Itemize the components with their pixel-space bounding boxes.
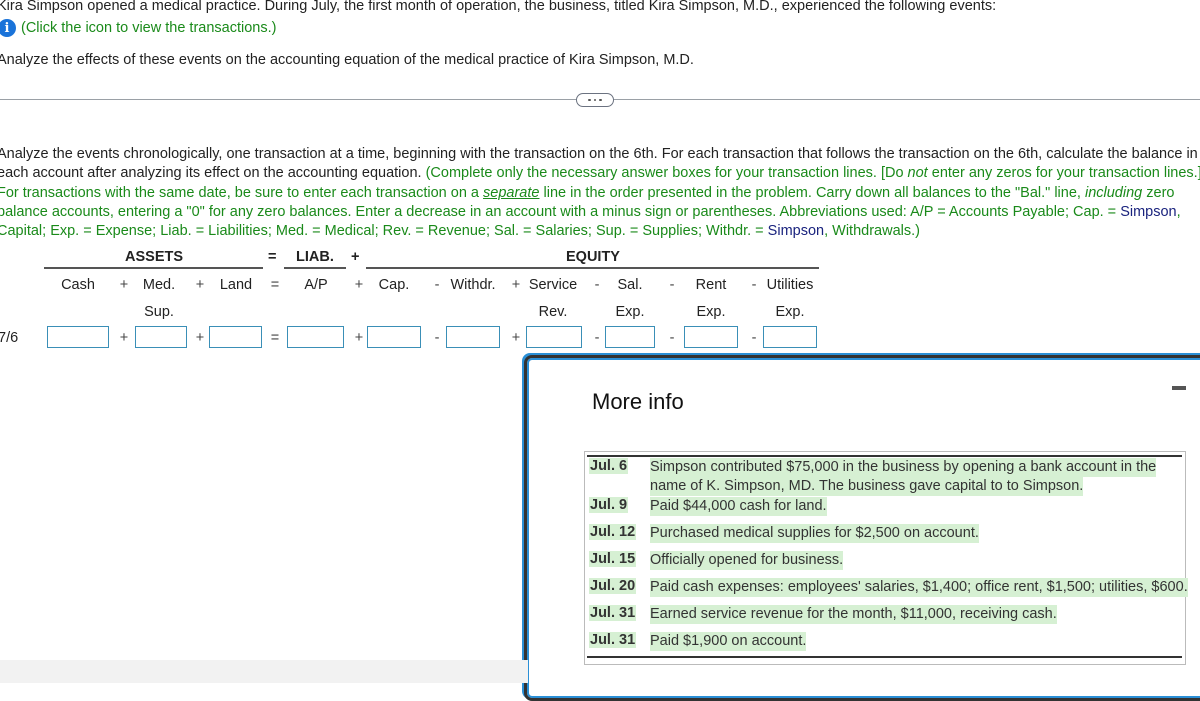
events-bottom-rule [587,656,1182,658]
event-date: Jul. 12 [589,524,637,540]
col-header-service-rev: Service [528,277,578,293]
input-7-6-service-rev[interactable] [526,326,582,348]
minimize-icon[interactable] [1172,386,1186,390]
col-header-land: Land [219,277,253,293]
analyze-instruction: Analyze the effects of these events on t… [0,52,694,68]
dialog-title: More info [592,389,684,414]
event-date: Jul. 20 [589,578,637,594]
event-description-cont: name of K. Simpson, MD. The business gav… [650,477,1084,496]
input-7-6-cash[interactable] [47,326,109,348]
event-description: Paid $44,000 cash for land. [650,497,827,516]
row-operator: + [195,330,205,346]
events-top-rule [587,455,1182,457]
bottom-bar [0,660,528,683]
instructions: Analyze the events chronologically, one … [0,145,1200,241]
event-date: Jul. 31 [589,632,637,648]
input-7-6-ap[interactable] [287,326,344,348]
col-header-utilities-exp: Utilities [766,277,814,293]
col-header-cash: Cash [61,277,95,293]
col-header-withdr: Withdr. [450,277,496,293]
event-description: Paid $1,900 on account. [650,632,807,651]
row-operator: = [270,330,280,346]
row-label-7-6: 7/6 [0,330,19,346]
col-header-cap: Cap. [378,277,410,293]
event-date: Jul. 15 [589,551,637,567]
header-operator: = [270,277,280,293]
assets-header: ASSETS [125,249,184,265]
event-date: Jul. 31 [589,605,637,621]
liabilities-header: LIAB. [296,249,334,265]
input-7-6-cap[interactable] [367,326,421,348]
event-description: Paid cash expenses: employees' salaries,… [650,578,1188,597]
header-operator: + [119,277,129,293]
expand-button[interactable] [576,93,614,107]
dot-icon [593,98,597,102]
col-subheader-med-sup: Sup. [144,304,174,320]
header-operator: - [669,277,675,293]
input-7-6-land[interactable] [209,326,262,348]
header-operator: - [594,277,600,293]
row-operator: + [354,330,364,346]
header-operator: - [751,277,757,293]
col-subheader-service-rev: Rev. [538,304,568,320]
plus-sign: + [351,249,360,265]
input-7-6-utilities-exp[interactable] [763,326,817,348]
col-header-med-sup: Med. [142,277,176,293]
col-subheader-sal-exp: Exp. [615,304,645,320]
row-operator: + [511,330,521,346]
event-description: Simpson contributed $75,000 in the busin… [650,458,1157,477]
equity-header: EQUITY [566,249,620,265]
input-7-6-med-sup[interactable] [135,326,187,348]
row-operator: - [669,330,675,346]
header-operator: + [354,277,364,293]
event-date: Jul. 6 [589,458,629,474]
view-transactions-link[interactable]: i (Click the icon to view the transactio… [0,19,276,37]
row-operator: - [594,330,600,346]
header-operator: + [195,277,205,293]
liabilities-rule [284,267,346,269]
dot-icon [599,98,602,102]
event-description: Purchased medical supplies for $2,500 on… [650,524,979,543]
equals-sign: = [268,249,277,265]
row-operator: - [434,330,440,346]
header-operator: + [511,277,521,293]
event-description: Earned service revenue for the month, $1… [650,605,1057,624]
row-operator: - [751,330,757,346]
click-icon-text: (Click the icon to view the transactions… [21,20,277,36]
header-operator: - [434,277,440,293]
event-description: Officially opened for business. [650,551,844,570]
equity-rule [366,267,819,269]
col-subheader-rent-exp: Exp. [696,304,726,320]
dot-icon [588,98,591,102]
assets-rule [44,267,263,269]
col-header-ap: A/P [304,277,328,293]
input-7-6-rent-exp[interactable] [684,326,738,348]
row-operator: + [119,330,129,346]
input-7-6-withdr[interactable] [446,326,500,348]
info-icon[interactable]: i [0,19,16,37]
input-7-6-sal-exp[interactable] [605,326,655,348]
problem-intro: Kira Simpson opened a medical practice. … [0,0,997,14]
col-header-rent-exp: Rent [695,277,727,293]
event-date: Jul. 9 [589,497,629,513]
col-header-sal-exp: Sal. [617,277,643,293]
col-subheader-utilities-exp: Exp. [775,304,805,320]
